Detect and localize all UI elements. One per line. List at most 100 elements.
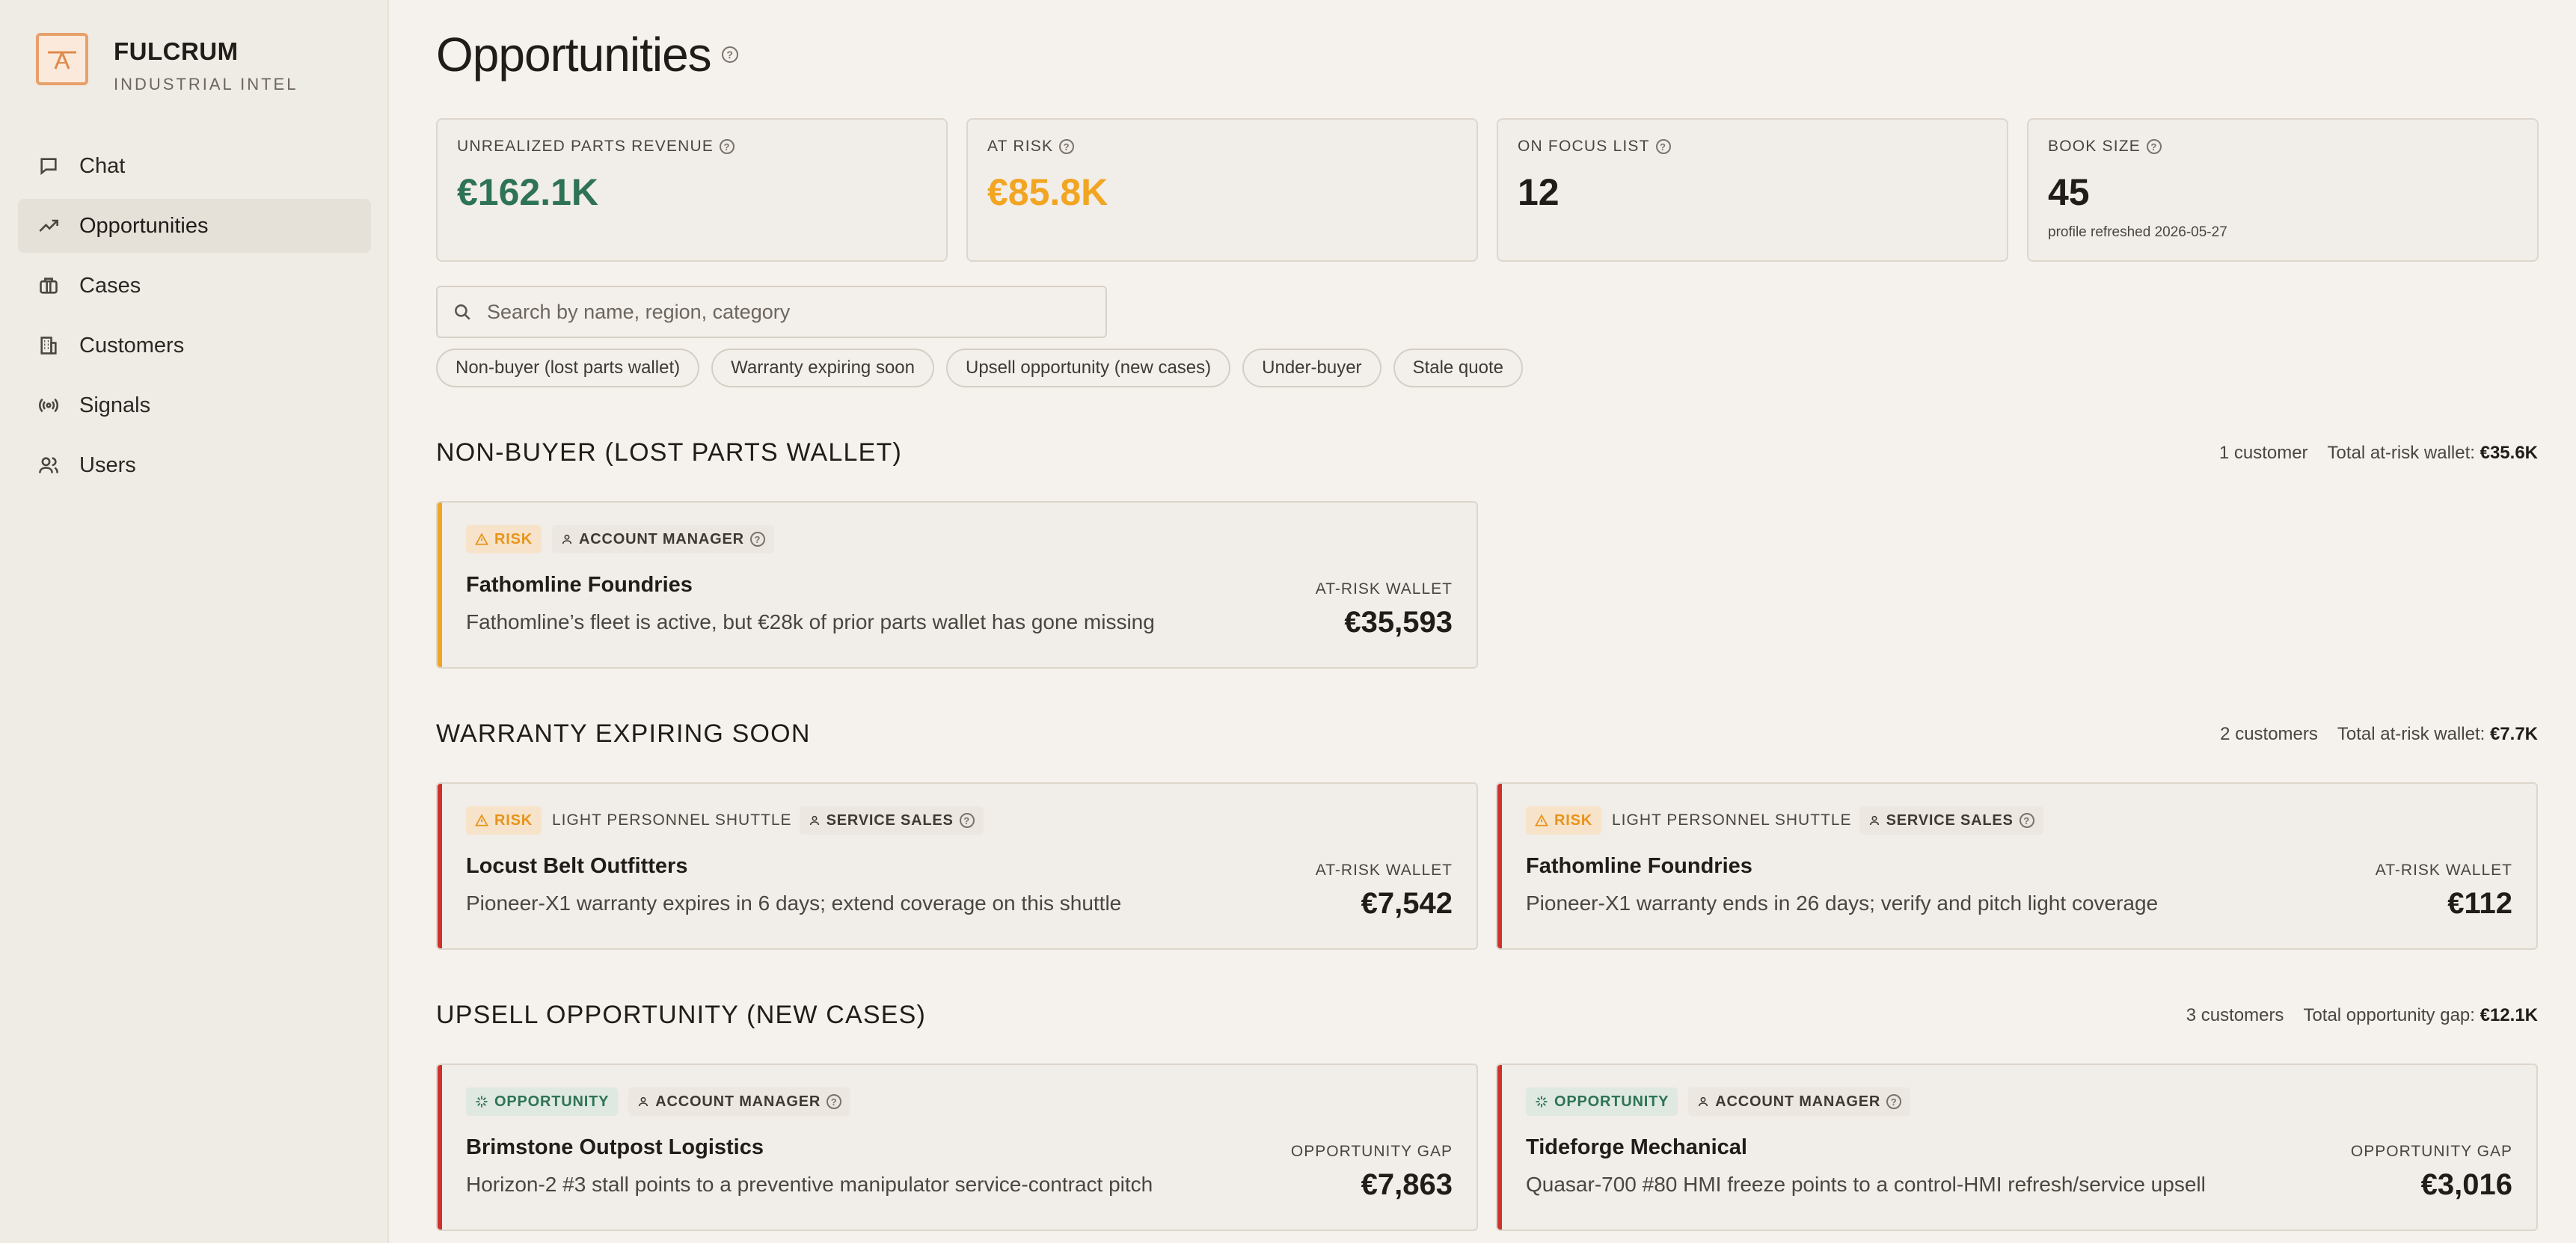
filter-chip-under-buyer[interactable]: Under-buyer — [1242, 349, 1381, 387]
help-icon[interactable]: ? — [1655, 139, 1671, 154]
sidebar-item-label: Signals — [79, 393, 151, 417]
opportunity-card[interactable]: RISK LIGHT PERSONNEL SHUTTLE SERVICE SAL… — [436, 782, 1478, 950]
help-icon[interactable]: ? — [720, 139, 735, 154]
amount-value: €7,542 — [1361, 887, 1453, 920]
brand-name: FULCRUM — [114, 37, 239, 65]
role-label: ACCOUNT MANAGER — [655, 1093, 821, 1110]
help-icon[interactable]: ? — [721, 46, 738, 63]
sidebar-item-opportunities[interactable]: Opportunities — [18, 199, 371, 253]
card-description: Horizon-2 #3 stall points to a preventiv… — [466, 1173, 1153, 1196]
sidebar-item-chat[interactable]: Chat — [18, 139, 371, 193]
chat-icon — [37, 155, 60, 177]
person-icon — [639, 1096, 648, 1107]
broadcast-icon — [37, 394, 60, 417]
card-accent-bar — [1497, 784, 1502, 948]
search-input[interactable] — [487, 300, 1100, 324]
section-header-upsell: UPSELL OPPORTUNITY (NEW CASES) 3 custome… — [436, 1001, 2538, 1030]
card-accent-bar — [438, 503, 442, 667]
badge-label: RISK — [494, 811, 533, 829]
warning-icon — [475, 533, 488, 545]
person-icon — [1869, 815, 1879, 826]
brand-subtitle: INDUSTRIAL INTEL — [114, 75, 298, 93]
amount-label: AT-RISK WALLET — [2375, 862, 2512, 879]
stat-card-at-risk: AT RISK? €85.8K — [966, 118, 1478, 262]
badge-label: RISK — [494, 530, 533, 547]
person-icon — [809, 815, 819, 826]
sidebar-item-label: Opportunities — [79, 213, 209, 238]
stat-value: 12 — [1518, 171, 1560, 213]
sidebar-item-signals[interactable]: Signals — [18, 378, 371, 432]
card-description: Pioneer-X1 warranty ends in 26 days; ver… — [1526, 891, 2159, 915]
stat-card-book-size: BOOK SIZE? 45 profile refreshed 2026-05-… — [2027, 118, 2539, 262]
help-icon[interactable]: ? — [827, 1094, 842, 1109]
stat-label: AT RISK — [987, 138, 1054, 155]
opportunity-card[interactable]: RISK ACCOUNT MANAGER? Fathomline Foundri… — [436, 501, 1478, 669]
badge-label: OPPORTUNITY — [494, 1093, 610, 1110]
warning-icon — [475, 814, 488, 826]
users-icon — [37, 454, 60, 476]
help-icon[interactable]: ? — [1886, 1094, 1902, 1109]
opportunity-badge: OPPORTUNITY — [466, 1087, 619, 1116]
card-accent-bar — [438, 784, 442, 948]
brand[interactable]: FULCRUM INDUSTRIAL INTEL — [36, 33, 298, 94]
opportunity-card[interactable]: OPPORTUNITY ACCOUNT MANAGER? Tideforge M… — [1496, 1064, 2538, 1231]
risk-badge: RISK — [466, 806, 542, 835]
role-label: SERVICE SALES — [1886, 811, 2014, 829]
sidebar-item-cases[interactable]: Cases — [18, 259, 371, 313]
role-badge: ACCOUNT MANAGER? — [1688, 1087, 1911, 1116]
section-total-label: Total at-risk wallet: — [2327, 442, 2475, 463]
opportunity-badge: OPPORTUNITY — [1526, 1087, 1678, 1116]
section-total-value: €12.1K — [2480, 1004, 2538, 1025]
help-icon[interactable]: ? — [2019, 813, 2034, 828]
search-box[interactable] — [436, 286, 1107, 338]
sidebar-item-customers[interactable]: Customers — [18, 319, 371, 372]
risk-badge: RISK — [1526, 806, 1601, 835]
role-badge: ACCOUNT MANAGER? — [551, 525, 774, 553]
amount-value: €3,016 — [2420, 1168, 2512, 1201]
opportunity-card[interactable]: RISK LIGHT PERSONNEL SHUTTLE SERVICE SAL… — [1496, 782, 2538, 950]
role-badge: ACCOUNT MANAGER? — [628, 1087, 851, 1116]
card-accent-bar — [1497, 1065, 1502, 1230]
sparkle-icon — [1536, 1096, 1548, 1108]
filter-chip-non-buyer[interactable]: Non-buyer (lost parts wallet) — [436, 349, 700, 387]
help-icon[interactable]: ? — [2147, 139, 2162, 154]
sidebar-item-label: Chat — [79, 153, 126, 178]
help-icon[interactable]: ? — [959, 813, 975, 828]
sparkle-icon — [476, 1096, 488, 1108]
section-header-non-buyer: NON-BUYER (LOST PARTS WALLET) 1 customer… — [436, 438, 2538, 467]
filter-chip-upsell[interactable]: Upsell opportunity (new cases) — [946, 349, 1231, 387]
amount-label: AT-RISK WALLET — [1315, 862, 1453, 879]
stat-label: ON FOCUS LIST — [1518, 138, 1650, 155]
section-total-label: Total opportunity gap: — [2303, 1004, 2475, 1025]
sidebar-item-label: Users — [79, 452, 136, 477]
filter-chip-stale-quote[interactable]: Stale quote — [1393, 349, 1523, 387]
section-title: UPSELL OPPORTUNITY (NEW CASES) — [436, 1001, 927, 1029]
sidebar: FULCRUM INDUSTRIAL INTEL Chat Opportunit… — [0, 0, 389, 1243]
stat-card-focus-list: ON FOCUS LIST? 12 — [1497, 118, 2008, 262]
help-icon[interactable]: ? — [749, 532, 765, 547]
section-total-value: €35.6K — [2480, 442, 2538, 463]
sidebar-item-label: Customers — [79, 333, 185, 357]
badge-label: RISK — [1554, 811, 1592, 829]
person-icon — [1699, 1096, 1708, 1107]
briefcase-icon — [37, 274, 60, 297]
customer-name: Tideforge Mechanical — [1526, 1135, 1747, 1159]
amount-value: €35,593 — [1344, 606, 1453, 639]
stat-label: UNREALIZED PARTS REVENUE — [457, 138, 714, 155]
card-description: Quasar-700 #80 HMI freeze points to a co… — [1526, 1173, 2206, 1196]
section-count: 2 customers — [2220, 723, 2318, 744]
customer-name: Brimstone Outpost Logistics — [466, 1135, 764, 1159]
stat-label: BOOK SIZE — [2048, 138, 2141, 155]
opportunity-card[interactable]: OPPORTUNITY ACCOUNT MANAGER? Brimstone O… — [436, 1064, 1478, 1231]
sidebar-item-users[interactable]: Users — [18, 438, 371, 492]
role-label: ACCOUNT MANAGER — [578, 530, 744, 547]
stat-card-unrealized-revenue: UNREALIZED PARTS REVENUE? €162.1K — [436, 118, 948, 262]
help-icon[interactable]: ? — [1059, 139, 1075, 154]
customer-name: Fathomline Foundries — [1526, 854, 1752, 878]
section-title: NON-BUYER (LOST PARTS WALLET) — [436, 438, 902, 467]
section-title: WARRANTY EXPIRING SOON — [436, 719, 811, 748]
filter-chip-warranty[interactable]: Warranty expiring soon — [711, 349, 934, 387]
product-label: LIGHT PERSONNEL SHUTTLE — [551, 811, 792, 829]
section-count: 3 customers — [2186, 1004, 2284, 1025]
section-header-warranty: WARRANTY EXPIRING SOON 2 customers Total … — [436, 719, 2538, 749]
